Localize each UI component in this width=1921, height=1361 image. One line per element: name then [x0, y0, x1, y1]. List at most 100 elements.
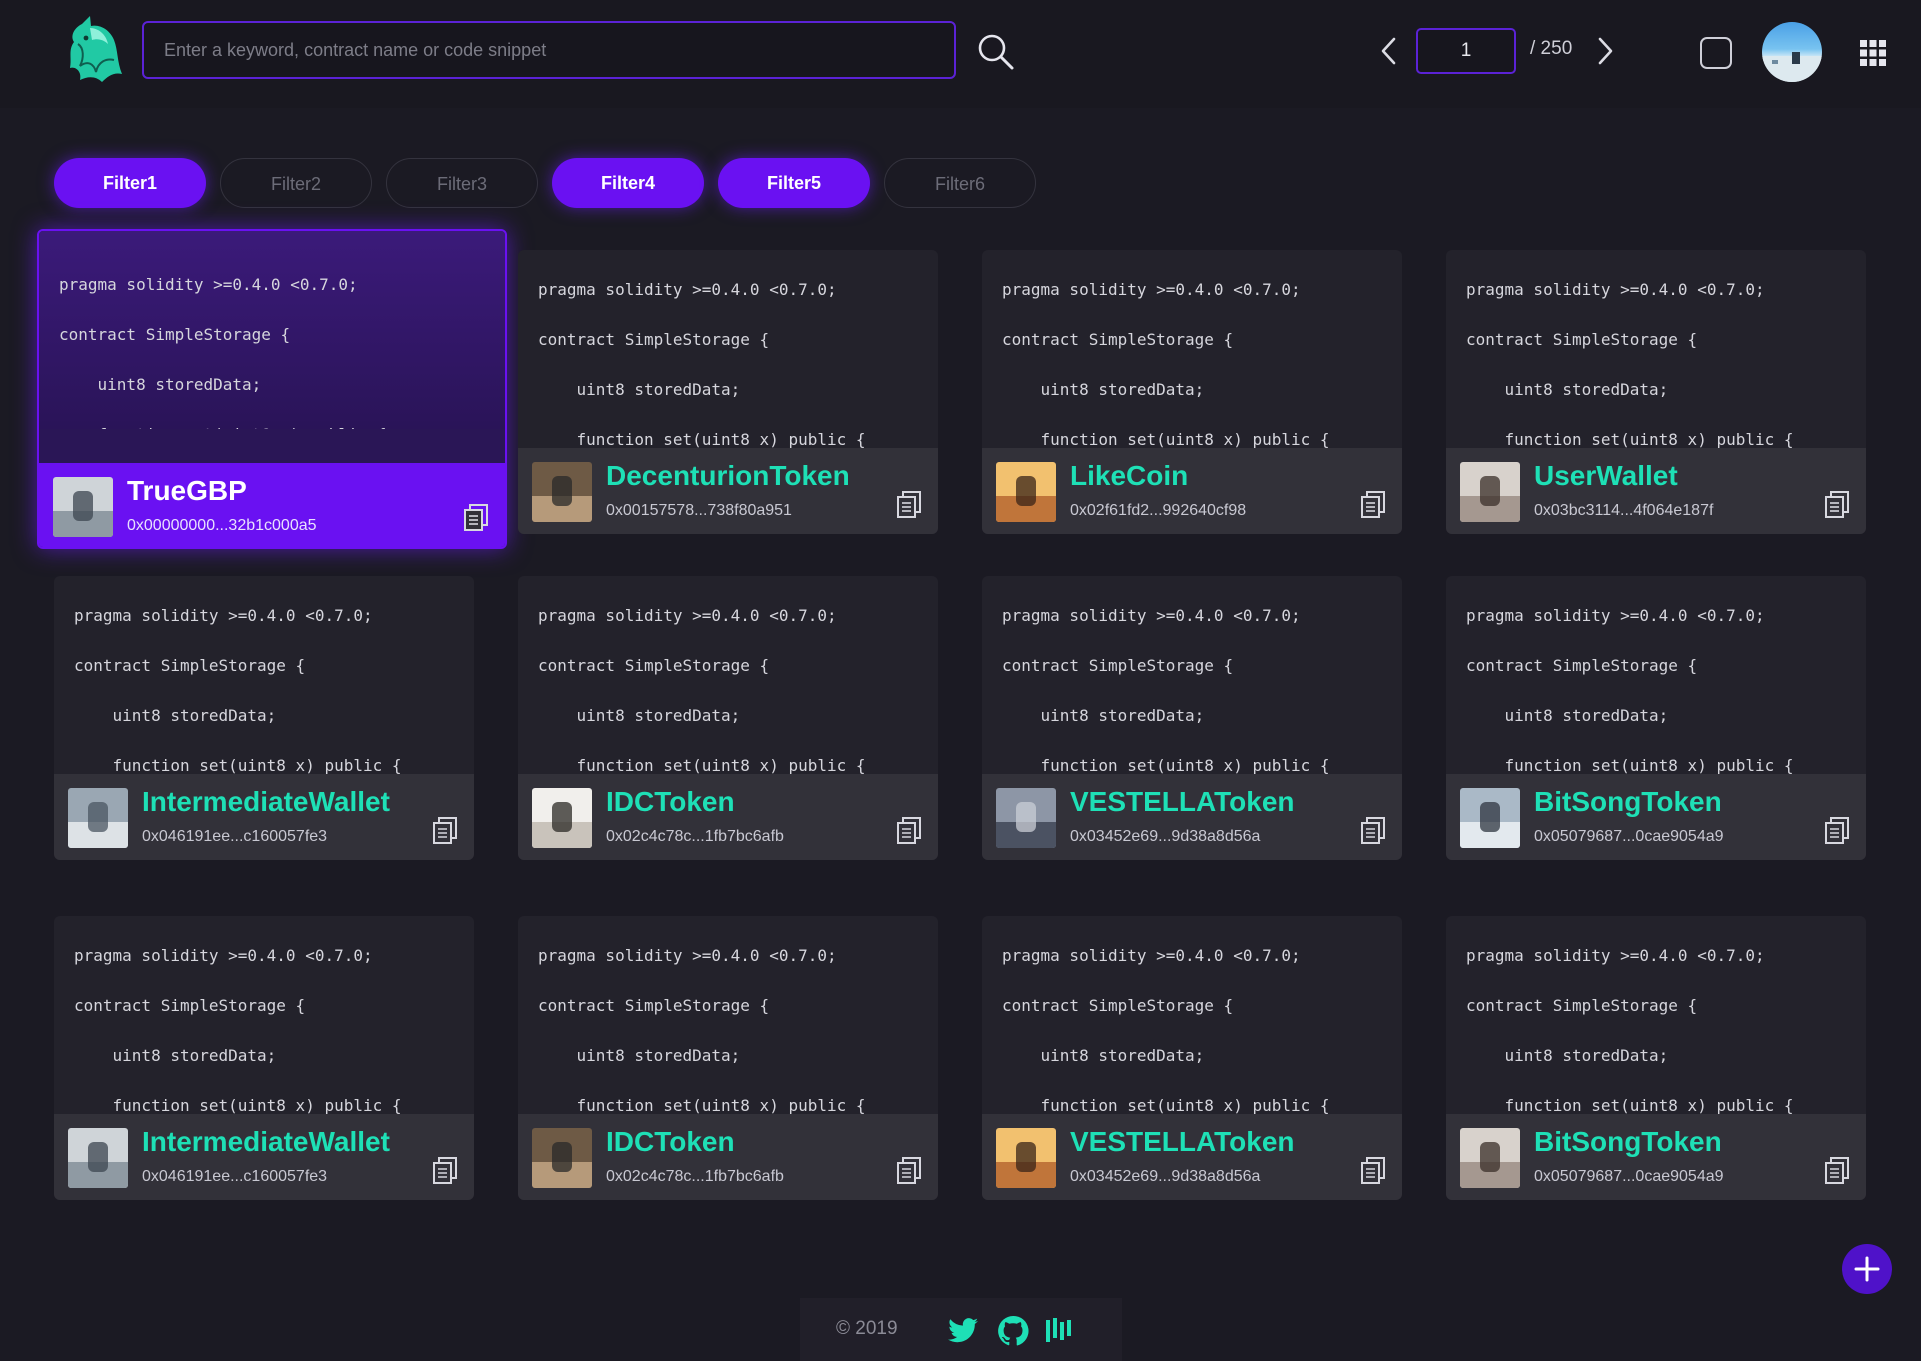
- contract-name[interactable]: UserWallet: [1534, 460, 1678, 492]
- contract-card[interactable]: pragma solidity >=0.4.0 <0.7.0; contract …: [518, 250, 938, 534]
- contract-thumbnail-icon: [532, 462, 592, 522]
- gitcoin-icon[interactable]: [1042, 1314, 1076, 1348]
- filter-chip-5[interactable]: Filter5: [718, 158, 870, 208]
- contract-card[interactable]: pragma solidity >=0.4.0 <0.7.0; contract …: [37, 229, 507, 549]
- page-footer: © 2019: [800, 1298, 1122, 1361]
- contract-thumbnail: [1460, 1128, 1520, 1188]
- card-info-bar: VESTELLAToken 0x03452e69...9d38a8d56a: [982, 1114, 1402, 1200]
- contract-card[interactable]: pragma solidity >=0.4.0 <0.7.0; contract …: [1446, 250, 1866, 534]
- contract-card[interactable]: pragma solidity >=0.4.0 <0.7.0; contract …: [518, 916, 938, 1200]
- apps-grid-icon[interactable]: [1860, 40, 1886, 66]
- code-line: contract SimpleStorage {: [1466, 656, 1698, 675]
- contract-card[interactable]: pragma solidity >=0.4.0 <0.7.0; contract …: [1446, 916, 1866, 1200]
- copy-icon[interactable]: [463, 503, 489, 531]
- contract-address: 0x046191ee...c160057fe3: [142, 828, 328, 845]
- chevron-left-icon[interactable]: [1374, 34, 1404, 68]
- contract-thumbnail-icon: [53, 477, 113, 537]
- contract-name[interactable]: LikeCoin: [1070, 460, 1188, 492]
- contract-name[interactable]: IntermediateWallet: [142, 1126, 390, 1158]
- copy-icon[interactable]: [896, 1156, 922, 1184]
- code-line: contract SimpleStorage {: [1466, 996, 1698, 1015]
- unicorn-logo-icon[interactable]: [60, 14, 126, 86]
- code-line: uint8 storedData;: [1002, 380, 1205, 399]
- card-info-bar: IntermediateWallet 0x046191ee...c160057fe…: [54, 1114, 474, 1200]
- copy-icon[interactable]: [896, 816, 922, 844]
- contract-thumbnail-icon: [996, 788, 1056, 848]
- contract-thumbnail-icon: [1460, 1128, 1520, 1188]
- card-info-bar: IDCToken 0x02c4c78c...1fb7bc6afb: [518, 774, 938, 860]
- contract-name[interactable]: VESTELLAToken: [1070, 786, 1295, 818]
- contract-card[interactable]: pragma solidity >=0.4.0 <0.7.0; contract …: [518, 576, 938, 860]
- copy-icon[interactable]: [1824, 1156, 1850, 1184]
- contract-thumbnail-icon: [532, 1128, 592, 1188]
- code-line: uint8 storedData;: [538, 380, 741, 399]
- github-icon[interactable]: [996, 1314, 1030, 1348]
- search-input[interactable]: [144, 23, 954, 77]
- contract-address: 0x046191ee...c160057fe3: [142, 1168, 328, 1185]
- copy-icon[interactable]: [432, 816, 458, 844]
- copy-icon[interactable]: [1360, 1156, 1386, 1184]
- chevron-right-icon[interactable]: [1590, 34, 1620, 68]
- card-info-bar: UserWallet 0x03bc3114...4f064e187f: [1446, 448, 1866, 534]
- contract-card[interactable]: pragma solidity >=0.4.0 <0.7.0; contract …: [982, 576, 1402, 860]
- contract-name[interactable]: VESTELLAToken: [1070, 1126, 1295, 1158]
- contract-card[interactable]: pragma solidity >=0.4.0 <0.7.0; contract …: [1446, 576, 1866, 860]
- code-preview: pragma solidity >=0.4.0 <0.7.0; contract …: [982, 250, 1402, 448]
- contract-name[interactable]: DecenturionToken: [606, 460, 850, 492]
- contract-card[interactable]: pragma solidity >=0.4.0 <0.7.0; contract …: [54, 576, 474, 860]
- contract-address: 0x03452e69...9d38a8d56a: [1070, 1168, 1261, 1185]
- card-info-bar: LikeCoin 0x02f61fd2...992640cf98: [982, 448, 1402, 534]
- copy-icon[interactable]: [1824, 816, 1850, 844]
- contract-thumbnail-icon: [532, 788, 592, 848]
- code-line: contract SimpleStorage {: [538, 330, 770, 349]
- copy-icon[interactable]: [1360, 490, 1386, 518]
- filter-chip-1[interactable]: Filter1: [54, 158, 206, 208]
- contract-card[interactable]: pragma solidity >=0.4.0 <0.7.0; contract …: [982, 916, 1402, 1200]
- code-preview: pragma solidity >=0.4.0 <0.7.0; contract …: [1446, 916, 1866, 1114]
- checkbox-button[interactable]: [1700, 37, 1732, 69]
- code-preview: pragma solidity >=0.4.0 <0.7.0; contract …: [39, 231, 505, 429]
- contract-name[interactable]: TrueGBP: [127, 475, 247, 507]
- code-preview: pragma solidity >=0.4.0 <0.7.0; contract …: [518, 250, 938, 448]
- page-total: / 250: [1530, 38, 1573, 59]
- contract-name[interactable]: IntermediateWallet: [142, 786, 390, 818]
- code-line: uint8 storedData;: [1002, 706, 1205, 725]
- contract-name[interactable]: BitSongToken: [1534, 1126, 1722, 1158]
- code-line: contract SimpleStorage {: [74, 656, 306, 675]
- copy-icon[interactable]: [432, 1156, 458, 1184]
- code-line: contract SimpleStorage {: [1466, 330, 1698, 349]
- copy-icon[interactable]: [896, 490, 922, 518]
- filter-chip-6[interactable]: Filter6: [884, 158, 1036, 208]
- contract-name[interactable]: BitSongToken: [1534, 786, 1722, 818]
- add-contract-button[interactable]: [1842, 1244, 1892, 1294]
- code-line: function set(uint8 x) public {: [1002, 756, 1330, 774]
- contract-name[interactable]: IDCToken: [606, 1126, 735, 1158]
- code-preview: pragma solidity >=0.4.0 <0.7.0; contract …: [982, 916, 1402, 1114]
- code-line: uint8 storedData;: [1466, 380, 1669, 399]
- page-number-input[interactable]: 1: [1416, 28, 1516, 74]
- code-line: uint8 storedData;: [1466, 1046, 1669, 1065]
- contract-thumbnail: [996, 788, 1056, 848]
- code-line: contract SimpleStorage {: [1002, 330, 1234, 349]
- contract-card[interactable]: pragma solidity >=0.4.0 <0.7.0; contract …: [982, 250, 1402, 534]
- code-line: function set(uint8 x) public {: [538, 430, 866, 448]
- code-line: contract SimpleStorage {: [538, 996, 770, 1015]
- filter-chip-4[interactable]: Filter4: [552, 158, 704, 208]
- filter-chip-3[interactable]: Filter3: [386, 158, 538, 208]
- contract-name[interactable]: IDCToken: [606, 786, 735, 818]
- contract-thumbnail-icon: [996, 462, 1056, 522]
- filter-chip-2[interactable]: Filter2: [220, 158, 372, 208]
- avatar[interactable]: [1762, 22, 1822, 82]
- contract-card[interactable]: pragma solidity >=0.4.0 <0.7.0; contract …: [54, 916, 474, 1200]
- copy-icon[interactable]: [1360, 816, 1386, 844]
- twitter-icon[interactable]: [946, 1314, 980, 1348]
- contract-address: 0x05079687...0cae9054a9: [1534, 828, 1724, 845]
- contract-thumbnail-icon: [1460, 788, 1520, 848]
- card-info-bar: IntermediateWallet 0x046191ee...c160057fe…: [54, 774, 474, 860]
- code-line: contract SimpleStorage {: [538, 656, 770, 675]
- search-box[interactable]: [142, 21, 956, 79]
- copy-icon[interactable]: [1824, 490, 1850, 518]
- search-icon[interactable]: [976, 32, 1016, 72]
- contract-thumbnail-icon: [996, 1128, 1056, 1188]
- code-line: uint8 storedData;: [74, 706, 277, 725]
